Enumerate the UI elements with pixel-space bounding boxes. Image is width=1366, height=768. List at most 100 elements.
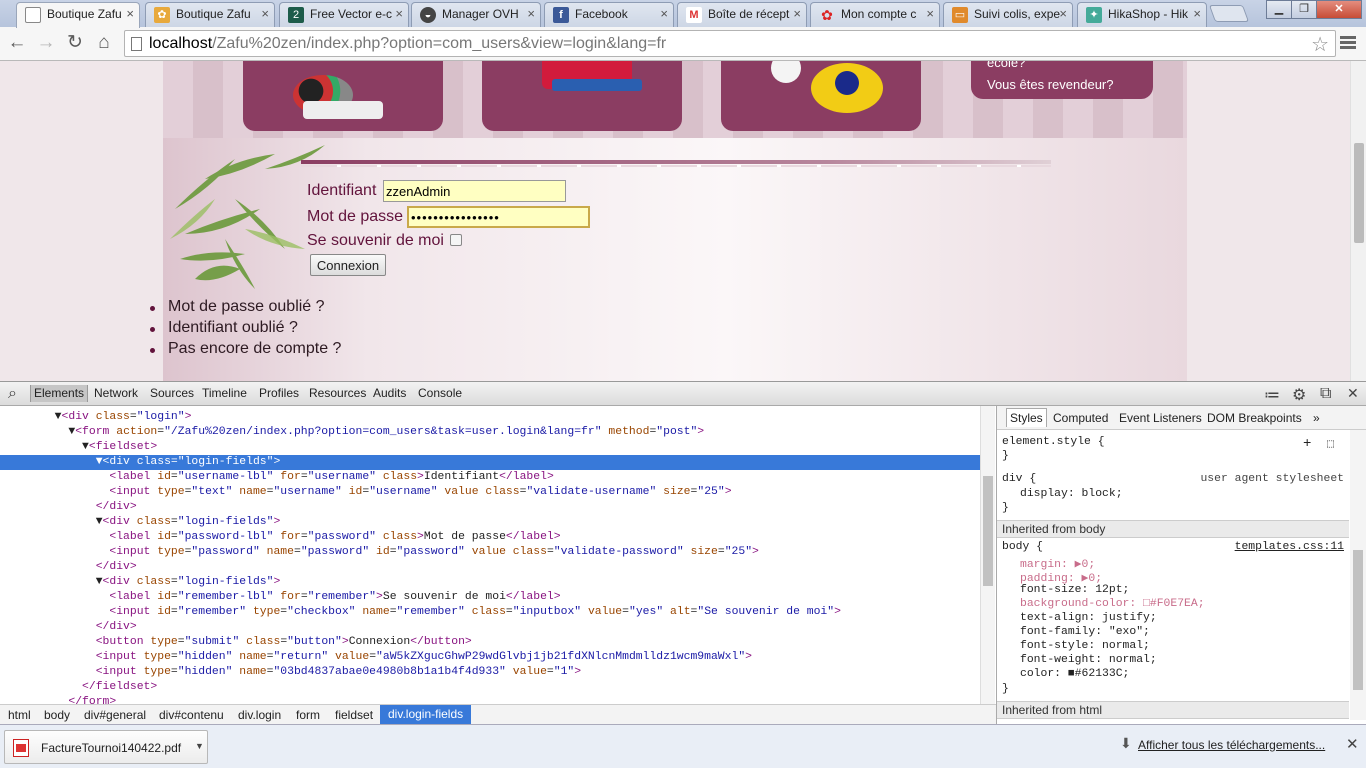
crumb-form[interactable]: form	[296, 708, 320, 722]
tab-mon-compte[interactable]: ✿ Mon compte c ×	[810, 2, 940, 27]
address-bar[interactable]: localhost/Zafu%20zen/index.php?option=co…	[124, 30, 1336, 57]
close-icon[interactable]: ×	[261, 3, 269, 25]
tab-boutique-zafu[interactable]: ✿ Boutique Zafu ×	[145, 2, 275, 27]
tab-sources[interactable]: Sources	[150, 386, 194, 400]
body-prop-padding[interactable]: padding: ▶0;	[1020, 570, 1102, 585]
console-drawer-icon[interactable]: ≔	[1264, 385, 1280, 405]
more-tabs-icon[interactable]: »	[1313, 411, 1320, 425]
tab-facebook[interactable]: f Facebook ×	[544, 2, 674, 27]
gear-icon[interactable]: ⚙	[1292, 385, 1306, 405]
crumb-div-general[interactable]: div#general	[84, 708, 146, 722]
download-item[interactable]: FactureTournoi140422.pdf ▼	[4, 730, 208, 764]
body-prop-font-size[interactable]: font-size: 12pt;	[1020, 584, 1129, 596]
close-window-button[interactable]: ✕	[1316, 0, 1362, 19]
dom-node[interactable]: <label id="remember-lbl" for="remember">…	[0, 590, 980, 605]
close-icon[interactable]: ×	[926, 3, 934, 25]
url-text[interactable]: localhost/Zafu%20zen/index.php?option=co…	[149, 35, 666, 53]
product-tile-cushions[interactable]	[243, 61, 443, 131]
inspect-search-icon[interactable]: ⌕	[8, 385, 17, 403]
remember-checkbox[interactable]	[450, 234, 462, 246]
list-item[interactable]: Identifiant oublié ?	[149, 319, 341, 340]
tab-event-listeners[interactable]: Event Listeners	[1119, 411, 1202, 425]
body-prop-font-family[interactable]: font-family: "exo";	[1020, 626, 1150, 638]
tab-boutique-zafu-active[interactable]: Boutique Zafu ×	[16, 2, 140, 28]
body-prop-margin[interactable]: margin: ▶0;	[1020, 556, 1095, 571]
close-icon[interactable]: ✕	[1346, 735, 1359, 753]
product-tile-blankets[interactable]	[482, 61, 682, 131]
page-scrollbar[interactable]	[1350, 61, 1366, 381]
dom-node[interactable]: </fieldset>	[0, 680, 980, 695]
tab-timeline[interactable]: Timeline	[202, 386, 247, 400]
dom-node[interactable]: </form>	[0, 695, 980, 704]
dom-node[interactable]: </div>	[0, 620, 980, 635]
dom-node[interactable]: ▼<div class="login">	[0, 410, 980, 425]
tab-console[interactable]: Console	[418, 386, 462, 400]
dom-node-selected[interactable]: ▼<div class="login-fields">	[0, 455, 980, 470]
tab-free-vector[interactable]: 2 Free Vector e-c ×	[279, 2, 409, 27]
div-rule-selector[interactable]: div {	[1002, 473, 1036, 485]
tab-hikashop[interactable]: ✦ HikaShop - Hik ×	[1077, 2, 1207, 27]
home-icon[interactable]: ⌂	[92, 32, 116, 56]
minimize-button[interactable]: ▁	[1266, 0, 1292, 19]
dom-node[interactable]: ▼<fieldset>	[0, 440, 980, 455]
username-field[interactable]	[383, 180, 566, 202]
forgot-password-link[interactable]: Mot de passe oublié ?	[168, 298, 325, 315]
dom-node[interactable]: ▼<div class="login-fields">	[0, 515, 980, 530]
dom-node[interactable]: <input type="password" name="password" i…	[0, 545, 980, 560]
tab-dom-breakpoints[interactable]: DOM Breakpoints	[1207, 411, 1302, 425]
close-icon[interactable]: ×	[1193, 3, 1201, 25]
tab-gmail[interactable]: M Boîte de récept ×	[677, 2, 807, 27]
tab-elements[interactable]: Elements	[30, 385, 89, 402]
dom-node[interactable]: </div>	[0, 500, 980, 515]
promo-box[interactable]: école? Vous êtes revendeur?	[971, 61, 1153, 99]
back-arrow-icon[interactable]: ←	[5, 32, 29, 56]
div-rule-prop[interactable]: display: block;	[1020, 488, 1123, 500]
tab-styles[interactable]: Styles	[1006, 408, 1047, 427]
close-icon[interactable]: ×	[395, 3, 403, 25]
show-all-downloads-link[interactable]: Afficher tous les téléchargements...	[1138, 738, 1325, 752]
add-rule-icon[interactable]: +	[1303, 436, 1311, 452]
dom-node[interactable]: ▼<form action="/Zafu%20zen/index.php?opt…	[0, 425, 980, 440]
crumb-div-login-fields[interactable]: div.login-fields	[380, 705, 472, 724]
tab-network[interactable]: Network	[94, 386, 138, 400]
tab-manager-ovh[interactable]: ◒ Manager OVH ×	[411, 2, 541, 27]
tab-resources[interactable]: Resources	[309, 386, 366, 400]
chrome-menu-icon[interactable]	[1340, 36, 1356, 51]
close-icon[interactable]: ×	[793, 3, 801, 25]
dom-node[interactable]: <input type="hidden" name="03bd4837abae0…	[0, 665, 980, 680]
dom-node[interactable]: ▼<div class="login-fields">	[0, 575, 980, 590]
dom-scrollbar-thumb[interactable]	[983, 476, 993, 586]
crumb-div-login[interactable]: div.login	[238, 708, 281, 722]
styles-scrollbar-thumb[interactable]	[1353, 550, 1363, 690]
crumb-div-contenu[interactable]: div#contenu	[159, 708, 224, 722]
dom-node[interactable]: </div>	[0, 560, 980, 575]
close-icon[interactable]: ×	[660, 3, 668, 25]
dom-node[interactable]: <input type="hidden" name="return" value…	[0, 650, 980, 665]
tab-audits[interactable]: Audits	[373, 386, 406, 400]
body-prop-color[interactable]: color: ■#62133C;	[1020, 668, 1129, 680]
login-button[interactable]: Connexion	[310, 254, 386, 276]
crumb-body[interactable]: body	[44, 708, 70, 722]
dom-node[interactable]: <input type="text" name="username" id="u…	[0, 485, 980, 500]
styles-scrollbar[interactable]	[1350, 430, 1366, 720]
body-prop-font-style[interactable]: font-style: normal;	[1020, 640, 1150, 652]
maximize-button[interactable]: ❐	[1291, 0, 1317, 19]
dom-node[interactable]: <label id="username-lbl" for="username" …	[0, 470, 980, 485]
product-tile-zafu[interactable]	[721, 61, 921, 131]
dom-node[interactable]: <label id="password-lbl" for="password" …	[0, 530, 980, 545]
page-scrollbar-thumb[interactable]	[1354, 143, 1364, 243]
close-icon[interactable]: ✕	[1347, 385, 1359, 402]
dom-node[interactable]: <input id="remember" type="checkbox" nam…	[0, 605, 980, 620]
crumb-fieldset[interactable]: fieldset	[335, 708, 373, 722]
dom-scrollbar[interactable]	[980, 406, 995, 704]
tab-suivi-colis[interactable]: ▭ Suivi colis, expe ×	[943, 2, 1073, 27]
new-tab-button[interactable]	[1208, 5, 1250, 22]
list-item[interactable]: Pas encore de compte ?	[149, 340, 341, 361]
list-item[interactable]: Mot de passe oublié ?	[149, 298, 341, 319]
chevron-down-icon[interactable]: ▼	[195, 741, 204, 751]
tab-profiles[interactable]: Profiles	[259, 386, 299, 400]
download-filename[interactable]: FactureTournoi140422.pdf	[41, 741, 181, 755]
body-rule-selector[interactable]: body {	[1002, 541, 1043, 553]
register-link[interactable]: Pas encore de compte ?	[168, 340, 341, 357]
crumb-html[interactable]: html	[8, 708, 31, 722]
